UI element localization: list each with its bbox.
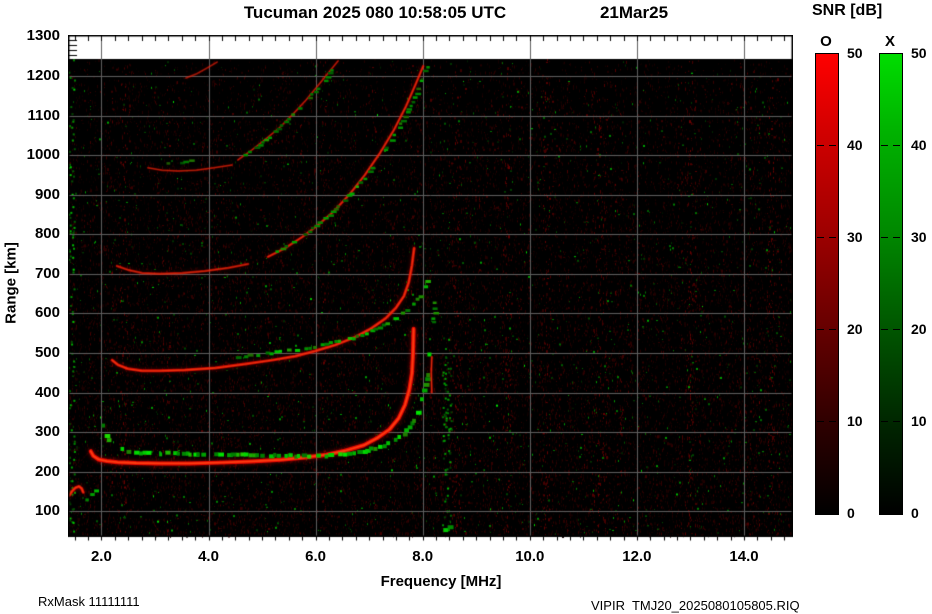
colorbar-tick-label: 20	[847, 321, 873, 337]
ionogram-viewer: Tucuman 2025 080 10:58:05 UTC 21Mar25 Ra…	[0, 0, 932, 614]
colorbar-tick-label: 20	[911, 321, 932, 337]
y-tick-label: 1100	[4, 107, 60, 124]
y-tick-label: 300	[4, 423, 60, 440]
colorbar-tick-dash	[829, 145, 836, 146]
x-tick-label: 12.0	[615, 548, 659, 565]
colorbar-tick-dash	[817, 329, 824, 330]
y-tick-label: 1200	[4, 67, 60, 84]
colorbar-tick-label: 50	[847, 45, 873, 61]
colorbar-title: SNR [dB]	[812, 2, 922, 20]
y-tick-label: 700	[4, 265, 60, 282]
colorbar-tick-dash	[817, 237, 824, 238]
x-tick-label: 8.0	[401, 548, 445, 565]
o-mode-colorbar	[815, 53, 839, 515]
y-tick-label: 200	[4, 463, 60, 480]
y-tick-label: 100	[4, 502, 60, 519]
colorbar-tick-dash	[893, 329, 900, 330]
page-title: Tucuman 2025 080 10:58:05 UTC	[210, 3, 540, 23]
colorbar-tick-dash	[881, 329, 888, 330]
y-tick-label: 900	[4, 186, 60, 203]
colorbar-tick-dash	[817, 145, 824, 146]
colorbar-tick-dash	[893, 237, 900, 238]
colorbar-tick-label: 30	[911, 229, 932, 245]
x-axis-title: Frequency [MHz]	[361, 573, 521, 590]
colorbar-tick-dash	[881, 421, 888, 422]
colorbar-tick-label: 50	[911, 45, 932, 61]
colorbar-tick-dash	[829, 421, 836, 422]
x-tick-label: 6.0	[294, 548, 338, 565]
x-tick-label: 14.0	[722, 548, 766, 565]
x-mode-colorbar	[879, 53, 903, 515]
colorbar-tick-dash	[893, 145, 900, 146]
x-tick-label: 10.0	[508, 548, 552, 565]
title-date: 21Mar25	[592, 3, 676, 23]
colorbar-tick-dash	[829, 237, 836, 238]
y-tick-label: 800	[4, 225, 60, 242]
colorbar-tick-dash	[881, 145, 888, 146]
colorbar-tick-label: 10	[847, 413, 873, 429]
y-tick-label: 1300	[4, 27, 60, 44]
colorbar-tick-label: 40	[911, 137, 932, 153]
o-mode-label: O	[814, 33, 838, 50]
y-tick-label: 600	[4, 304, 60, 321]
colorbar-tick-dash	[829, 329, 836, 330]
colorbar-tick-label: 40	[847, 137, 873, 153]
x-tick-label: 4.0	[187, 548, 231, 565]
file-name-text: VIPIR TMJ20_2025080105805.RIQ	[591, 598, 800, 613]
colorbar-tick-dash	[893, 421, 900, 422]
x-tick-label: 2.0	[79, 548, 123, 565]
colorbar-tick-label: 0	[911, 505, 932, 521]
y-tick-label: 400	[4, 384, 60, 401]
colorbar-tick-label: 0	[847, 505, 873, 521]
rx-mask-text: RxMask 11111111	[38, 594, 140, 609]
colorbar-tick-dash	[817, 421, 824, 422]
x-mode-label: X	[878, 33, 902, 50]
colorbar-tick-label: 10	[911, 413, 932, 429]
y-tick-label: 500	[4, 344, 60, 361]
colorbar-tick-dash	[881, 237, 888, 238]
colorbar-tick-label: 30	[847, 229, 873, 245]
y-tick-label: 1000	[4, 146, 60, 163]
ionogram-plot-canvas	[68, 35, 793, 545]
